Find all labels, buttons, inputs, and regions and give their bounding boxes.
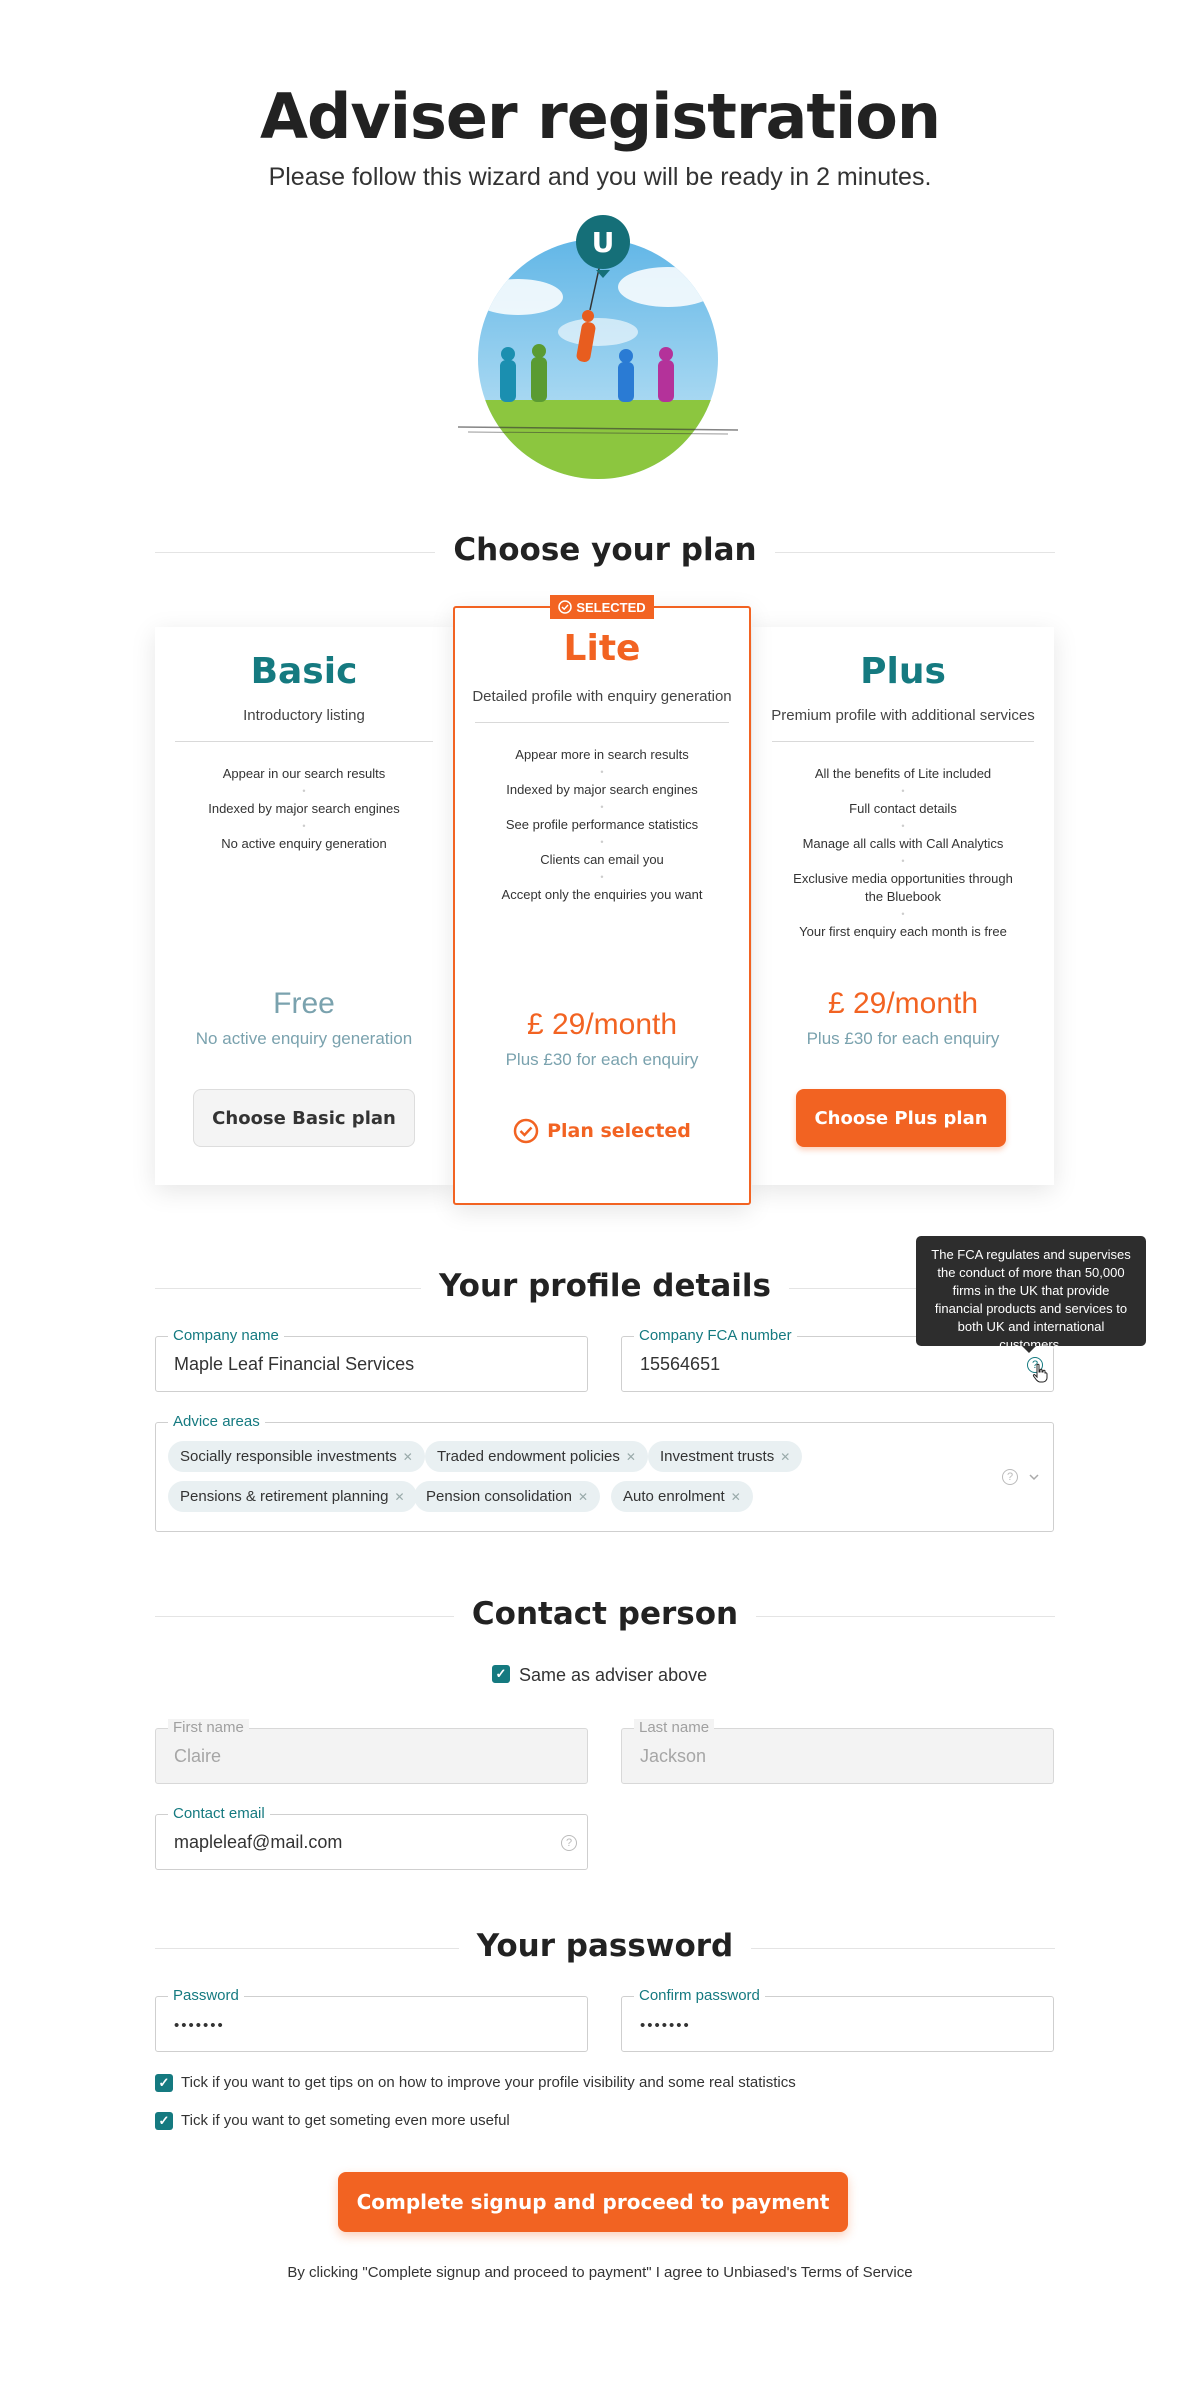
price-note-plus: Plus £30 for each enquiry bbox=[806, 1029, 1000, 1048]
feature-item: All the benefits of Lite included bbox=[814, 766, 992, 781]
help-icon[interactable]: ? bbox=[561, 1835, 577, 1851]
feature-item: Your first enquiry each month is free bbox=[799, 924, 1007, 939]
hero-illustration: U bbox=[457, 215, 739, 479]
check-circle-icon bbox=[513, 1118, 539, 1144]
price-plus: £ 29/month bbox=[827, 987, 979, 1020]
chevron-down-icon[interactable] bbox=[1028, 1473, 1040, 1481]
choose-plus-button[interactable]: Choose Plus plan bbox=[796, 1089, 1006, 1147]
plan-card-lite[interactable]: SELECTED Lite Detailed profile with enqu… bbox=[453, 595, 751, 1205]
tag-item[interactable]: Investment trusts ✕ bbox=[648, 1441, 803, 1472]
useful-checkbox[interactable]: ✓ bbox=[155, 2112, 173, 2130]
company-name-field[interactable]: Company name Maple Leaf Financial Servic… bbox=[155, 1327, 588, 1392]
last-name-value: Jackson bbox=[640, 1746, 707, 1766]
tips-checkbox[interactable]: ✓ bbox=[155, 2074, 173, 2092]
same-as-adviser-checkbox[interactable]: ✓ bbox=[492, 1665, 510, 1683]
same-as-adviser-label: Same as adviser above bbox=[519, 1665, 708, 1685]
confirm-password-field[interactable]: Confirm password ••••••• bbox=[621, 1987, 1054, 2052]
complete-signup-button[interactable]: Complete signup and proceed to payment bbox=[338, 2172, 848, 2232]
advice-areas-label: Advice areas bbox=[168, 1413, 265, 1431]
choose-basic-button[interactable]: Choose Basic plan bbox=[193, 1089, 415, 1147]
page-title: Adviser registration bbox=[260, 80, 941, 153]
plan-selected-status: Plan selected bbox=[455, 1118, 749, 1144]
feature-item: See profile performance statistics bbox=[505, 817, 699, 832]
plan-tagline-plus: Premium profile with additional services bbox=[771, 707, 1035, 724]
contact-email-field[interactable]: Contact email mapleleaf@mail.com ? bbox=[155, 1805, 588, 1870]
price-basic: Free bbox=[273, 987, 335, 1020]
remove-tag-icon[interactable]: ✕ bbox=[394, 1490, 404, 1504]
password-heading-text: Your password bbox=[458, 1928, 752, 1964]
company-name-value: Maple Leaf Financial Services bbox=[174, 1354, 415, 1374]
plan-card-plus: Plus Premium profile with additional ser… bbox=[752, 627, 1054, 1185]
feature-list-basic: Appear in our search results • Indexed b… bbox=[175, 765, 433, 853]
feature-list-plus: All the benefits of Lite included • Full… bbox=[772, 765, 1034, 941]
feature-item: Indexed by major search engines bbox=[506, 782, 698, 797]
pointer-cursor-icon bbox=[1032, 1363, 1048, 1383]
tips-label: Tick if you want to get tips on on how t… bbox=[181, 2074, 796, 2091]
password-section-heading: Your password bbox=[155, 1928, 1055, 1968]
price-note-lite: Plus £30 for each enquiry bbox=[505, 1050, 699, 1069]
plan-name-basic: Basic bbox=[250, 651, 358, 692]
feature-item: Manage all calls with Call Analytics bbox=[802, 836, 1004, 851]
plan-name-lite: Lite bbox=[563, 628, 641, 669]
logo-letter: U bbox=[592, 226, 615, 259]
plan-section-heading: Choose your plan bbox=[155, 532, 1055, 572]
fca-tooltip: The FCA regulates and supervises the con… bbox=[916, 1236, 1146, 1353]
confirm-password-label: Confirm password bbox=[634, 1987, 765, 2005]
contact-section-heading: Contact person bbox=[155, 1596, 1055, 1636]
price-note-basic: No active enquiry generation bbox=[195, 1029, 413, 1048]
selected-badge: SELECTED bbox=[550, 595, 654, 619]
first-name-label: First name bbox=[168, 1719, 249, 1737]
plan-tagline-basic: Introductory listing bbox=[243, 707, 365, 724]
tag-item[interactable]: Traded endowment policies ✕ bbox=[425, 1441, 648, 1472]
plan-name-plus: Plus bbox=[860, 651, 946, 692]
feature-item: Accept only the enquiries you want bbox=[501, 887, 703, 902]
fca-number-label: Company FCA number bbox=[634, 1327, 797, 1345]
page-subtitle: Please follow this wizard and you will b… bbox=[268, 163, 932, 191]
confirm-password-value: ••••••• bbox=[640, 2017, 691, 2034]
feature-item: Indexed by major search engines bbox=[208, 801, 400, 816]
profile-heading-text: Your profile details bbox=[421, 1268, 789, 1304]
feature-item: Appear in our search results bbox=[222, 766, 386, 781]
password-field[interactable]: Password ••••••• bbox=[155, 1987, 588, 2052]
remove-tag-icon[interactable]: ✕ bbox=[626, 1450, 636, 1464]
password-label: Password bbox=[168, 1987, 244, 2005]
contact-heading-text: Contact person bbox=[453, 1596, 757, 1632]
contact-email-value: mapleleaf@mail.com bbox=[174, 1832, 343, 1852]
tag-item[interactable]: Pensions & retirement planning ✕ bbox=[168, 1481, 417, 1512]
tag-item[interactable]: Pension consolidation ✕ bbox=[414, 1481, 600, 1512]
selected-badge-text: SELECTED bbox=[576, 599, 646, 615]
price-lite: £ 29/month bbox=[526, 1008, 678, 1041]
company-name-label: Company name bbox=[168, 1327, 284, 1345]
feature-item: Appear more in search results bbox=[515, 747, 689, 762]
contact-email-label: Contact email bbox=[168, 1805, 270, 1823]
feature-item: No active enquiry generation bbox=[221, 836, 387, 851]
tag-item[interactable]: Socially responsible investments ✕ bbox=[168, 1441, 425, 1472]
remove-tag-icon[interactable]: ✕ bbox=[731, 1490, 741, 1504]
feature-item: Exclusive media opportunities through th… bbox=[793, 871, 1013, 904]
first-name-value: Claire bbox=[174, 1746, 222, 1766]
first-name-field: First name Claire bbox=[155, 1719, 588, 1784]
terms-text: By clicking "Complete signup and proceed… bbox=[287, 2264, 913, 2281]
remove-tag-icon[interactable]: ✕ bbox=[780, 1450, 790, 1464]
feature-list-lite: Appear more in search results • Indexed … bbox=[475, 746, 729, 904]
plan-card-basic: Basic Introductory listing Appear in our… bbox=[155, 627, 453, 1185]
feature-item: Full contact details bbox=[849, 801, 957, 816]
check-circle-icon bbox=[558, 600, 573, 614]
plan-heading-text: Choose your plan bbox=[435, 532, 775, 568]
last-name-field: Last name Jackson bbox=[621, 1719, 1054, 1784]
fca-tooltip-text: The FCA regulates and supervises the con… bbox=[931, 1247, 1131, 1352]
last-name-label: Last name bbox=[634, 1719, 715, 1737]
feature-item: Clients can email you bbox=[540, 852, 664, 867]
remove-tag-icon[interactable]: ✕ bbox=[578, 1490, 588, 1504]
remove-tag-icon[interactable]: ✕ bbox=[403, 1450, 413, 1464]
help-icon[interactable]: ? bbox=[1002, 1469, 1018, 1485]
advice-areas-field[interactable]: Advice areas Socially responsible invest… bbox=[155, 1413, 1054, 1532]
tag-item[interactable]: Auto enrolment ✕ bbox=[611, 1481, 753, 1512]
fca-number-value: 15564651 bbox=[640, 1354, 721, 1374]
useful-label: Tick if you want to get someting even mo… bbox=[181, 2112, 510, 2129]
password-value: ••••••• bbox=[174, 2017, 225, 2034]
plan-tagline-lite: Detailed profile with enquiry generation bbox=[472, 688, 732, 705]
plan-selected-text: Plan selected bbox=[547, 1120, 691, 1142]
